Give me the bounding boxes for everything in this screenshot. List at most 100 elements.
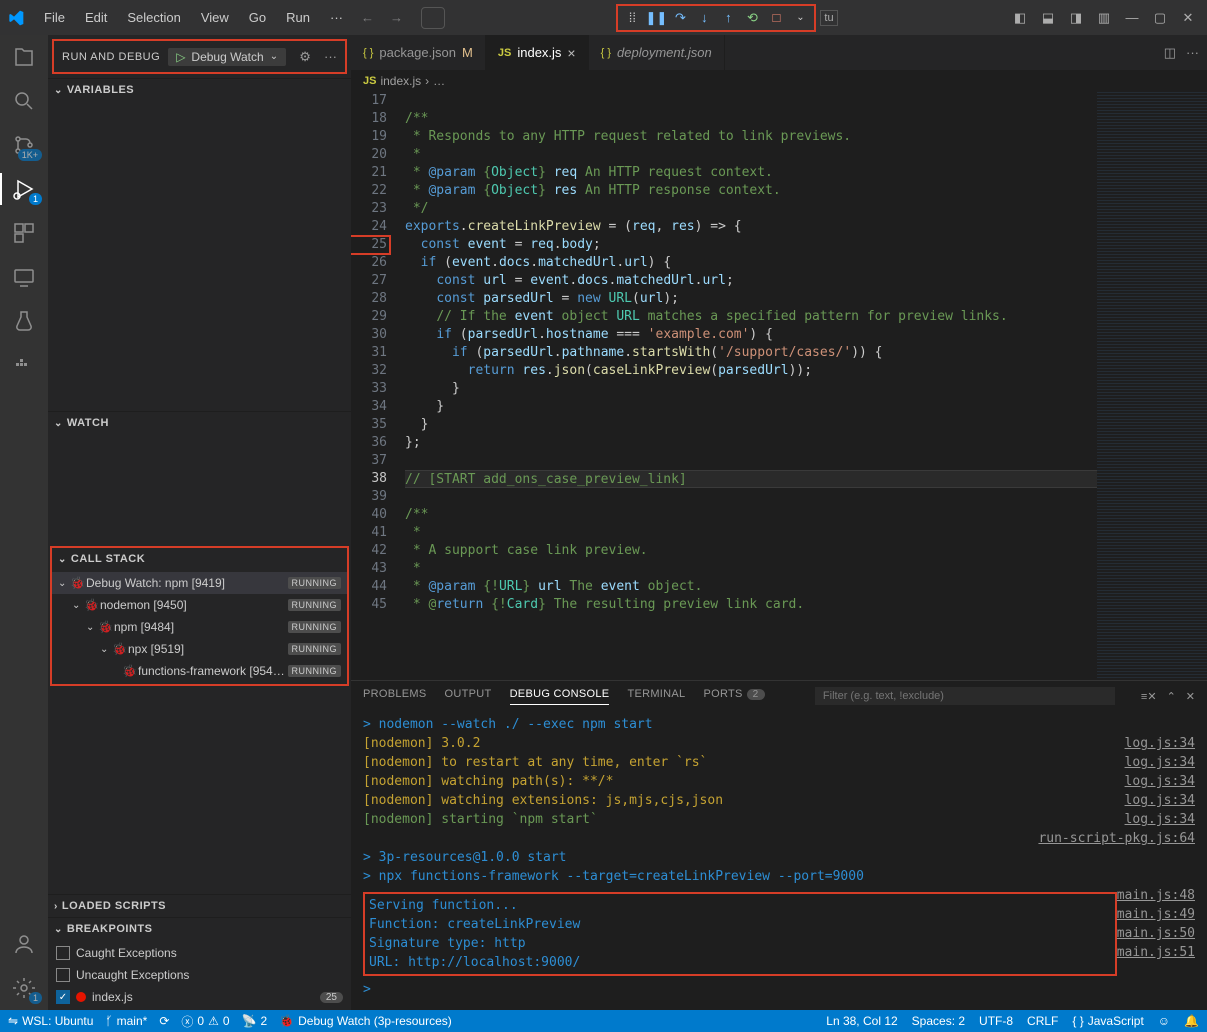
source-link[interactable]: main.js:50 — [1117, 924, 1195, 943]
close-panel-icon[interactable]: ✕ — [1186, 690, 1195, 703]
tab-package.json[interactable]: { }package.json M — [351, 35, 486, 70]
debug-status[interactable]: 🐞Debug Watch (3p-resources) — [279, 1014, 452, 1028]
callstack-header[interactable]: ⌄CALL STACK — [52, 548, 347, 570]
testing-icon[interactable] — [10, 307, 38, 335]
menu-go[interactable]: Go — [241, 6, 274, 29]
menu-selection[interactable]: Selection — [119, 6, 188, 29]
tab-deployment.json[interactable]: { }deployment.json — [589, 35, 725, 70]
cursor-position[interactable]: Ln 38, Col 12 — [826, 1014, 897, 1028]
close-tab-icon[interactable]: × — [567, 45, 575, 61]
tab-terminal[interactable]: TERMINAL — [627, 688, 685, 704]
minimize-icon[interactable]: — — [1121, 7, 1143, 29]
indentation[interactable]: Spaces: 2 — [912, 1014, 965, 1028]
more-icon[interactable]: ··· — [324, 49, 337, 64]
menu-file[interactable]: File — [36, 6, 73, 29]
source-link[interactable]: log.js:34 — [1125, 753, 1195, 772]
accounts-icon[interactable] — [10, 930, 38, 958]
tab-index.js[interactable]: JSindex.js× — [486, 35, 589, 70]
loaded-scripts-header[interactable]: ›LOADED SCRIPTS — [48, 895, 351, 917]
callstack-item[interactable]: 🐞functions-framework [954…RUNNING — [52, 660, 347, 682]
console-filter-input[interactable] — [815, 687, 1115, 705]
sync-icon[interactable]: ⟳ — [159, 1014, 169, 1028]
restart-icon[interactable]: ⟲ — [742, 8, 762, 28]
breakpoint-file[interactable]: ✓index.js25 — [48, 986, 351, 1008]
layout-right-icon[interactable]: ◨ — [1065, 7, 1087, 29]
search-view-icon[interactable] — [10, 87, 38, 115]
source-link[interactable]: main.js:48 — [1117, 886, 1195, 905]
step-into-icon[interactable]: ↓ — [694, 8, 714, 28]
checkbox-checked-icon[interactable]: ✓ — [56, 990, 70, 1004]
source-link[interactable]: log.js:34 — [1125, 791, 1195, 810]
tab-problems[interactable]: PROBLEMS — [363, 688, 427, 704]
clear-console-icon[interactable]: ≡✕ — [1141, 690, 1157, 703]
layout-left-icon[interactable]: ◧ — [1009, 7, 1031, 29]
debug-console[interactable]: > nodemon --watch ./ --exec npm start[no… — [351, 711, 1207, 1010]
checkbox-icon[interactable] — [56, 968, 70, 982]
close-icon[interactable]: ✕ — [1177, 7, 1199, 29]
eol[interactable]: CRLF — [1027, 1014, 1058, 1028]
drag-handle-icon[interactable]: ⁞⁞ — [622, 8, 642, 28]
nav-back-icon[interactable]: ← — [355, 8, 380, 27]
menu-more[interactable]: ··· — [322, 6, 351, 29]
remote-indicator[interactable]: ⇋WSL: Ubuntu — [8, 1014, 93, 1028]
layout-bottom-icon[interactable]: ⬓ — [1037, 7, 1059, 29]
variables-header[interactable]: ⌄VARIABLES — [48, 79, 351, 101]
nav-forward-icon[interactable]: → — [384, 8, 409, 27]
breakpoint-caught[interactable]: Caught Exceptions — [48, 942, 351, 964]
step-over-icon[interactable]: ↷ — [670, 8, 690, 28]
launch-config-dropdown[interactable]: ▷ Debug Watch ⌄ — [168, 48, 286, 66]
breakpoints-header[interactable]: ⌄BREAKPOINTS — [48, 918, 351, 940]
remote-explorer-icon[interactable] — [10, 263, 38, 291]
run-debug-icon[interactable]: 1 — [10, 175, 38, 203]
callstack-item[interactable]: ⌄🐞npx [9519]RUNNING — [52, 638, 347, 660]
git-branch[interactable]: ᚶmain* — [105, 1014, 147, 1028]
breadcrumb-item[interactable]: … — [433, 74, 445, 88]
source-link[interactable]: main.js:49 — [1117, 905, 1195, 924]
code-editor[interactable]: 1718192021222324252627282930313233343536… — [351, 92, 1207, 680]
settings-icon[interactable]: 1 — [10, 974, 38, 1002]
tab-output[interactable]: OUTPUT — [445, 688, 492, 704]
tab-more-icon[interactable]: ··· — [1186, 45, 1199, 60]
run-debug-header: RUN AND DEBUG ▷ Debug Watch ⌄ ⚙ ··· — [52, 39, 347, 74]
tab-ports[interactable]: PORTS2 — [703, 688, 764, 704]
gear-icon[interactable]: ⚙ — [299, 49, 311, 65]
layout-custom-icon[interactable]: ▥ — [1093, 7, 1115, 29]
explorer-icon[interactable] — [10, 43, 38, 71]
tab-debug-console[interactable]: DEBUG CONSOLE — [510, 688, 610, 705]
breadcrumb[interactable]: JS index.js › … — [351, 70, 1207, 92]
pause-icon[interactable]: ❚❚ — [646, 8, 666, 28]
step-out-icon[interactable]: ↑ — [718, 8, 738, 28]
menu-run[interactable]: Run — [278, 6, 318, 29]
source-link[interactable]: log.js:34 — [1125, 734, 1195, 753]
checkbox-icon[interactable] — [56, 946, 70, 960]
scm-icon[interactable]: 1K+ — [10, 131, 38, 159]
minimap[interactable] — [1097, 92, 1207, 680]
language-mode[interactable]: { } JavaScript — [1072, 1014, 1143, 1028]
problems-indicator[interactable]: ⓧ 0 ⚠ 0 — [181, 1013, 229, 1030]
source-link[interactable]: run-script-pkg.js:64 — [1038, 829, 1195, 848]
extensions-icon[interactable] — [10, 219, 38, 247]
breadcrumb-item[interactable]: index.js — [380, 74, 421, 88]
maximize-icon[interactable]: ▢ — [1149, 7, 1171, 29]
source-link[interactable]: log.js:34 — [1125, 810, 1195, 829]
menu-view[interactable]: View — [193, 6, 237, 29]
collapse-icon[interactable]: ⌃ — [1167, 690, 1176, 703]
callstack-item[interactable]: ⌄🐞Debug Watch: npm [9419]RUNNING — [52, 572, 347, 594]
breakpoint-uncaught[interactable]: Uncaught Exceptions — [48, 964, 351, 986]
ports-indicator[interactable]: 📡2 — [242, 1014, 268, 1028]
split-editor-icon[interactable]: ◫ — [1164, 45, 1176, 61]
encoding[interactable]: UTF-8 — [979, 1014, 1013, 1028]
stop-icon[interactable]: □ — [766, 8, 786, 28]
source-link[interactable]: main.js:51 — [1117, 943, 1195, 962]
callstack-item[interactable]: ⌄🐞nodemon [9450]RUNNING — [52, 594, 347, 616]
watch-header[interactable]: ⌄WATCH — [48, 412, 351, 434]
feedback-icon[interactable]: ☺ — [1158, 1014, 1170, 1028]
menu-edit[interactable]: Edit — [77, 6, 115, 29]
source-link[interactable]: log.js:34 — [1125, 772, 1195, 791]
chevron-down-icon: ⌄ — [72, 600, 84, 611]
debug-dropdown-icon[interactable]: ⌄ — [790, 8, 810, 28]
callstack-item[interactable]: ⌄🐞npm [9484]RUNNING — [52, 616, 347, 638]
command-center[interactable] — [421, 7, 445, 29]
notifications-icon[interactable]: 🔔 — [1184, 1014, 1199, 1028]
docker-icon[interactable] — [10, 351, 38, 379]
